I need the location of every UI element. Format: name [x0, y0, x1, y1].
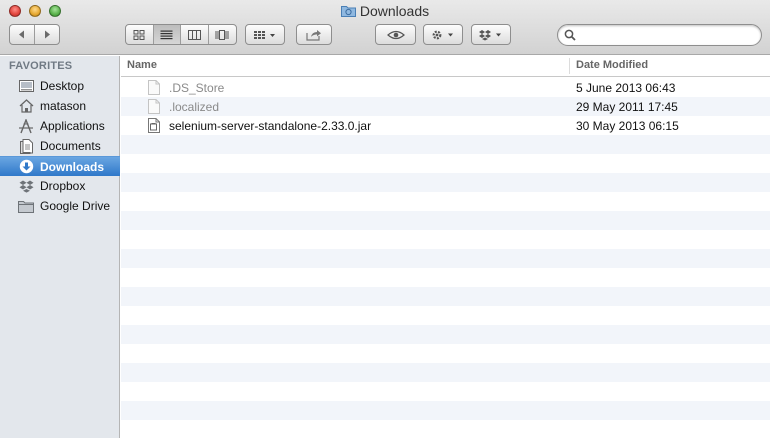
- gear-icon: [432, 30, 453, 39]
- dropbox-icon: [18, 178, 34, 194]
- file-date-modified: 5 June 2013 06:43: [576, 81, 676, 95]
- dropbox-toolbar-icon: [479, 29, 501, 40]
- forward-button[interactable]: [35, 25, 59, 44]
- arrange-menu-button[interactable]: [245, 24, 285, 45]
- empty-row: [121, 325, 770, 344]
- empty-row: [121, 211, 770, 230]
- cover-flow-view-button[interactable]: [209, 25, 236, 44]
- quick-look-action-button[interactable]: [376, 25, 415, 44]
- file-date-modified: 29 May 2011 17:45: [576, 100, 678, 114]
- action-gear-button[interactable]: [424, 25, 462, 44]
- share-icon: [306, 29, 321, 41]
- empty-row: [121, 173, 770, 192]
- search-icon: [564, 29, 576, 41]
- column-view-button[interactable]: [181, 25, 209, 44]
- arrange-grid-icon: [254, 30, 275, 39]
- sidebar-item-label: Dropbox: [40, 179, 86, 193]
- downloads-icon: [18, 159, 34, 175]
- back-button[interactable]: [10, 25, 35, 44]
- sidebar-item-google-drive[interactable]: Google Drive: [0, 196, 120, 216]
- forward-arrow-icon: [44, 30, 50, 39]
- file-name: .localized: [169, 100, 220, 114]
- window-toolbar: Downloads: [0, 0, 770, 55]
- empty-row: [121, 287, 770, 306]
- sidebar-heading-favorites: FAVORITES: [9, 60, 73, 72]
- search-field[interactable]: [557, 24, 762, 46]
- empty-row: [121, 363, 770, 382]
- cover-flow-icon: [215, 29, 229, 40]
- sidebar-item-applications[interactable]: Applications: [0, 116, 120, 136]
- home-icon: [18, 98, 34, 114]
- sidebar-item-label: Applications: [40, 119, 105, 133]
- sidebar-item-label: Desktop: [40, 79, 85, 93]
- table-row[interactable]: .DS_Store 5 June 2013 06:43: [121, 78, 770, 97]
- documents-icon: [18, 138, 34, 154]
- eye-icon: [386, 30, 405, 39]
- list-view-icon: [160, 30, 173, 39]
- sidebar-item-dropbox[interactable]: Dropbox: [0, 176, 120, 196]
- back-arrow-icon: [18, 30, 24, 39]
- dropbox-menu-button[interactable]: [471, 24, 511, 45]
- file-name: .DS_Store: [169, 81, 225, 95]
- applications-icon: [18, 118, 34, 134]
- quick-look-button[interactable]: [375, 24, 416, 45]
- empty-row: [121, 401, 770, 420]
- file-date-modified: 30 May 2013 06:15: [576, 119, 679, 133]
- window-title: Downloads: [0, 3, 770, 19]
- share-button[interactable]: [296, 24, 332, 45]
- folder-icon: [18, 198, 34, 214]
- sidebar-item-downloads[interactable]: Downloads: [0, 156, 120, 176]
- view-mode-buttons: [125, 24, 237, 45]
- search-input[interactable]: [580, 27, 755, 43]
- share-action-button[interactable]: [297, 25, 331, 44]
- arrange-button[interactable]: [246, 25, 284, 44]
- column-divider[interactable]: [569, 58, 570, 74]
- action-menu-button[interactable]: [423, 24, 463, 45]
- sidebar-item-label: matason: [40, 99, 87, 113]
- column-header-date-modified[interactable]: Date Modified: [576, 59, 648, 71]
- empty-row: [121, 135, 770, 154]
- table-row[interactable]: selenium-server-standalone-2.33.0.jar 30…: [121, 116, 770, 135]
- desktop-icon: [18, 78, 34, 94]
- sidebar: FAVORITES Desktop matason Applications D…: [0, 56, 120, 438]
- list-header: Name Date Modified: [121, 56, 770, 77]
- navigation-buttons: [9, 24, 60, 45]
- list-view-button[interactable]: [153, 25, 181, 44]
- sidebar-item-desktop[interactable]: Desktop: [0, 76, 120, 96]
- dropbox-toolbar-button[interactable]: [472, 25, 510, 44]
- downloads-folder-icon: [340, 5, 356, 17]
- column-view-icon: [187, 29, 201, 40]
- blank-document-icon: [148, 80, 160, 95]
- file-list: Name Date Modified .DS_Store 5 June 2013…: [121, 56, 770, 438]
- jar-file-icon: [148, 118, 160, 133]
- sidebar-item-label: Google Drive: [40, 199, 111, 213]
- icon-view-button[interactable]: [126, 25, 154, 44]
- sidebar-item-label: Downloads: [40, 159, 105, 174]
- blank-document-icon: [148, 99, 160, 114]
- icon-view-icon: [133, 29, 145, 40]
- table-row[interactable]: .localized 29 May 2011 17:45: [121, 97, 770, 116]
- sidebar-item-label: Documents: [40, 139, 101, 153]
- file-rows: .DS_Store 5 June 2013 06:43 .localized 2…: [121, 78, 770, 438]
- sidebar-item-documents[interactable]: Documents: [0, 136, 120, 156]
- window-title-text: Downloads: [359, 3, 430, 19]
- column-header-name[interactable]: Name: [127, 59, 157, 71]
- file-name: selenium-server-standalone-2.33.0.jar: [169, 119, 372, 133]
- empty-row: [121, 249, 770, 268]
- sidebar-item-matason[interactable]: matason: [0, 96, 120, 116]
